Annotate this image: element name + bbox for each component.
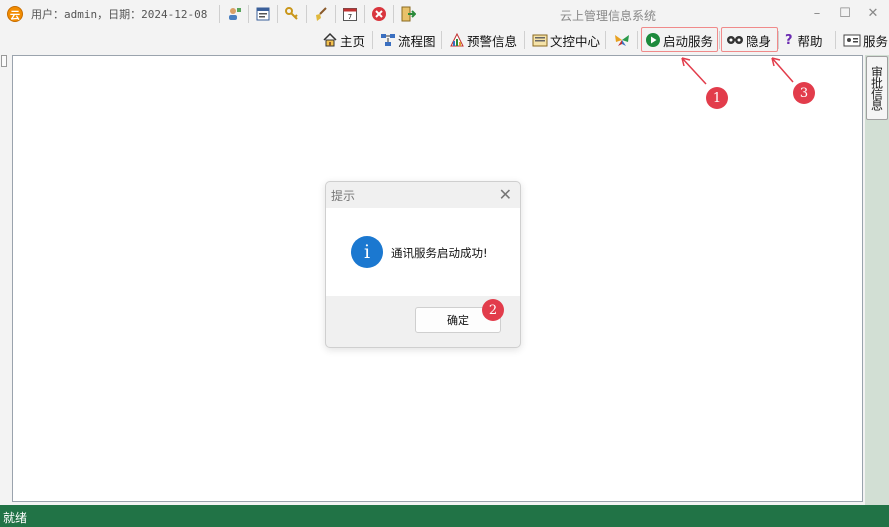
- maximize-button[interactable]: ☐: [834, 3, 856, 23]
- separator: [637, 31, 638, 49]
- highlight-start-service: [641, 27, 718, 52]
- form-icon[interactable]: [254, 5, 272, 23]
- title-bar: 云 用户：admin，日期：2024-12-08 7 云上管理信息系统 – ☐ …: [0, 0, 889, 27]
- help-icon: ?: [785, 32, 793, 48]
- exit-icon[interactable]: [399, 5, 417, 23]
- plugin-button[interactable]: [613, 29, 633, 51]
- service-button[interactable]: 服务: [843, 29, 888, 51]
- separator: [719, 31, 720, 49]
- user-manage-icon[interactable]: [225, 5, 243, 23]
- flowchart-icon: [381, 34, 395, 46]
- id-card-icon: [843, 34, 861, 47]
- minimize-button[interactable]: –: [806, 3, 828, 23]
- message-dialog: 提示 ✕ i 通讯服务启动成功! 确定: [325, 181, 521, 348]
- status-text: 就绪: [3, 511, 28, 525]
- separator: [524, 31, 525, 49]
- help-button[interactable]: ? 帮助: [785, 29, 823, 51]
- document-icon: [532, 34, 548, 47]
- doc-center-button[interactable]: 文控中心: [532, 29, 600, 51]
- doc-center-label: 文控中心: [550, 33, 601, 49]
- separator: [372, 31, 373, 49]
- status-bar: 就绪: [0, 505, 889, 527]
- flowchart-label: 流程图: [398, 33, 436, 49]
- main-toolbar: 主页 流程图 预警信息 文控中心 启动服务 隐身 ? 帮助 服务: [0, 27, 889, 52]
- separator: [778, 31, 779, 49]
- separator: [393, 5, 394, 23]
- calendar-icon[interactable]: 7: [341, 5, 359, 23]
- separator: [835, 31, 836, 49]
- highlight-invisible: [721, 27, 778, 52]
- home-icon: [323, 32, 337, 47]
- annotation-badge-2: 2: [482, 299, 504, 321]
- separator: [219, 5, 220, 23]
- dialog-close-button[interactable]: ✕: [499, 185, 512, 204]
- help-label: 帮助: [797, 33, 823, 49]
- svg-text:7: 7: [348, 13, 352, 21]
- approval-info-tab[interactable]: 审批信息: [866, 56, 888, 120]
- home-label: 主页: [340, 33, 366, 49]
- separator: [605, 31, 606, 49]
- right-side-panel: [865, 55, 889, 505]
- close-button[interactable]: ✕: [862, 3, 884, 23]
- dialog-body: i 通讯服务启动成功!: [326, 208, 520, 296]
- alert-chart-icon: [450, 32, 464, 47]
- user-info: 用户：admin，日期：2024-12-08: [31, 8, 208, 21]
- dialog-title: 提示: [331, 189, 356, 203]
- broom-icon[interactable]: [312, 5, 330, 23]
- separator: [441, 31, 442, 49]
- info-icon: i: [351, 236, 383, 268]
- home-button[interactable]: 主页: [322, 29, 365, 51]
- annotation-badge-1: 1: [706, 87, 728, 109]
- alert-info-button[interactable]: 预警信息: [449, 29, 517, 51]
- dialog-message: 通讯服务启动成功!: [391, 246, 488, 260]
- window-title: 云上管理信息系统: [560, 9, 657, 23]
- separator: [364, 5, 365, 23]
- app-logo-icon: 云: [7, 6, 23, 22]
- separator: [306, 5, 307, 23]
- flowchart-button[interactable]: 流程图: [380, 29, 436, 51]
- separator: [335, 5, 336, 23]
- annotation-badge-3: 3: [793, 82, 815, 104]
- alert-info-label: 预警信息: [467, 33, 518, 49]
- quick-access-toolbar: 7: [214, 3, 417, 25]
- service-label: 服务: [863, 33, 889, 49]
- left-splitter-handle[interactable]: [1, 55, 7, 67]
- butterfly-icon: [615, 35, 629, 46]
- key-icon[interactable]: [283, 5, 301, 23]
- stop-icon[interactable]: [370, 5, 388, 23]
- separator: [248, 5, 249, 23]
- separator: [277, 5, 278, 23]
